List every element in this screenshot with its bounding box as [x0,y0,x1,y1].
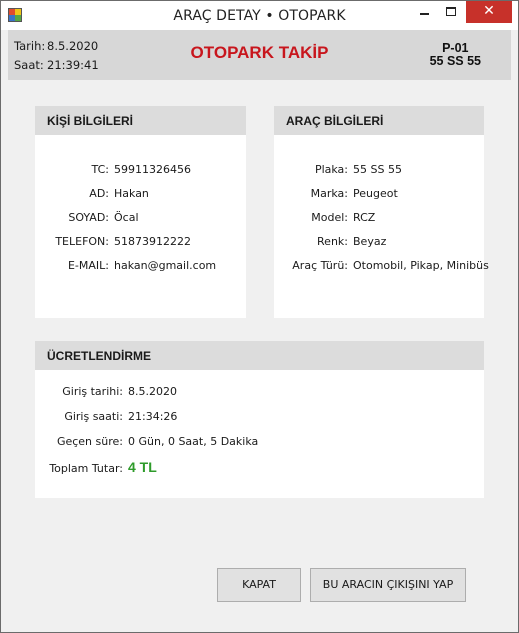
pricing-panel: ÜCRETLENDİRME Giriş tarihi: 8.5.2020 Giri… [35,341,484,498]
vehicle-row: Araç Türü: Otomobil, Pikap, Minibüs [274,259,489,272]
close-window-button[interactable]: ✕ [466,1,512,23]
plate-value: 55 SS 55 [353,163,402,176]
minimize-button[interactable] [411,1,437,23]
surname-value: Öcal [114,211,139,224]
minimize-icon [420,13,429,15]
vehicle-row: Model: RCZ [274,211,375,224]
email-label: E-MAIL: [67,259,109,272]
entry-date-value: 8.5.2020 [128,385,177,398]
model-label: Model: [311,211,348,224]
phone-value: 51873912222 [114,235,191,248]
vehicle-row: Plaka: 55 SS 55 [274,163,402,176]
phone-label: TELEFON: [55,235,109,248]
elapsed-label: Geçen süre: [56,435,123,448]
person-info-heading: KİŞİ BİLGİLERİ [35,106,246,135]
person-info-panel: KİŞİ BİLGİLERİ TC: 59911326456 AD: Hakan S… [35,106,246,318]
email-value: hakan@gmail.com [114,259,217,272]
color-value: Beyaz [353,235,387,248]
client-area: Tarih: 8.5.2020 Saat: 21:39:41 OTOPARK T… [1,30,518,632]
app-window: ARAÇ DETAY • OTOPARK ✕ Tarih: 8.5.2020 S… [0,0,519,633]
entry-date-label: Giriş tarihi: [62,385,123,398]
name-value: Hakan [114,187,149,200]
header-plate: 55 SS 55 [429,54,481,68]
vehicle-type-value: Otomobil, Pikap, Minibüs [353,259,489,272]
vehicle-info-panel: ARAÇ BİLGİLERİ Plaka: 55 SS 55 Marka: Peug… [274,106,489,318]
person-row: E-MAIL: hakan@gmail.com [35,259,216,272]
name-label: AD: [89,187,109,200]
spot-plate-block: P-01 55 SS 55 [430,42,481,68]
vehicle-row: Renk: Beyaz [274,235,386,248]
vehicle-row: Marka: Peugeot [274,187,398,200]
tc-label: TC: [91,163,109,176]
pricing-row: Giriş tarihi: 8.5.2020 [35,385,177,398]
maximize-icon [446,7,456,16]
brand-label: Marka: [310,187,348,200]
pricing-row: Toplam Tutar: 4 TL [35,459,157,475]
pricing-row: Giriş saati: 21:34:26 [35,410,177,423]
header-band: Tarih: 8.5.2020 Saat: 21:39:41 OTOPARK T… [8,30,511,80]
pricing-heading: ÜCRETLENDİRME [35,341,484,370]
maximize-button[interactable] [438,1,464,23]
surname-label: SOYAD: [68,211,109,224]
close-icon: ✕ [483,3,495,19]
person-row: TELEFON: 51873912222 [35,235,191,248]
total-value: 4 TL [128,459,157,475]
person-row: AD: Hakan [35,187,149,200]
entry-time-label: Giriş saati: [64,410,123,423]
model-value: RCZ [353,211,376,224]
entry-time-value: 21:34:26 [128,410,178,423]
person-row: TC: 59911326456 [35,163,191,176]
color-label: Renk: [317,235,348,248]
vehicle-type-label: Araç Türü: [292,259,348,272]
pricing-row: Geçen süre: 0 Gün, 0 Saat, 5 Dakika [35,435,258,448]
elapsed-value: 0 Gün, 0 Saat, 5 Dakika [128,435,259,448]
plate-label: Plaka: [314,163,348,176]
total-label: Toplam Tutar: [49,462,123,475]
checkout-vehicle-button[interactable]: BU ARACIN ÇIKIŞINI YAP [310,568,466,602]
brand-value: Peugeot [353,187,398,200]
vehicle-info-heading: ARAÇ BİLGİLERİ [274,106,484,135]
person-row: SOYAD: Öcal [35,211,139,224]
close-button[interactable]: KAPAT [217,568,301,602]
title-bar[interactable]: ARAÇ DETAY • OTOPARK ✕ [1,1,518,30]
tc-value: 59911326456 [114,163,191,176]
